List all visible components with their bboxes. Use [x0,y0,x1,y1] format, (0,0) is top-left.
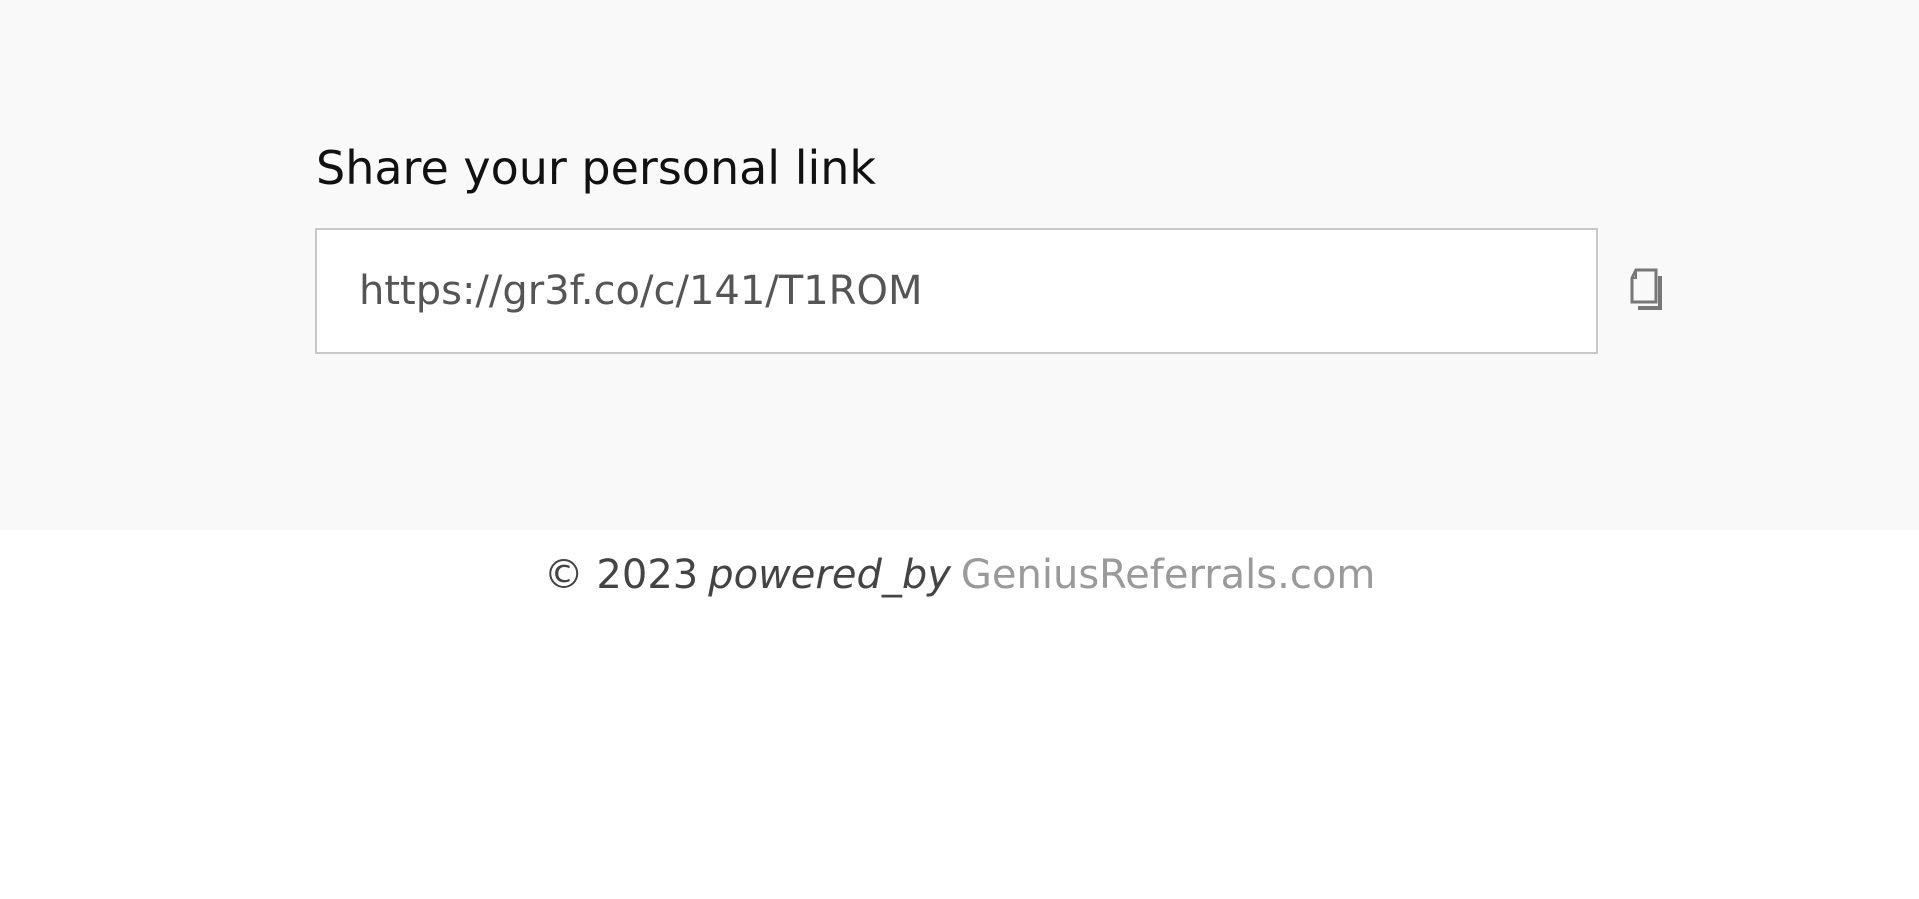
footer: © 2023 powered_by GeniusReferrals.com [0,530,1919,620]
copy-link-button[interactable] [1624,266,1676,318]
copyright-text: © 2023 [543,552,699,598]
personal-link-field[interactable] [315,228,1598,354]
powered-by-text: powered_by [708,552,951,598]
share-title: Share your personal link [316,141,877,195]
copy-icon [1630,268,1670,316]
genius-referrals-link[interactable]: GeniusReferrals.com [961,552,1375,598]
share-section: Share your personal link [0,0,1919,530]
